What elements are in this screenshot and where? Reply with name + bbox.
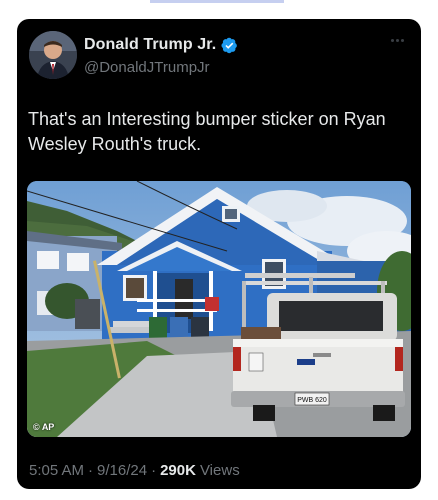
verified-badge-icon: [221, 37, 238, 53]
tweet-date[interactable]: 9/16/24: [97, 462, 147, 479]
top-divider: [150, 0, 284, 3]
meta-separator: ·: [151, 462, 157, 479]
avatar-image: [29, 31, 77, 79]
author-row[interactable]: Donald Trump Jr.: [84, 36, 238, 54]
photo-truck-house-image: PWB 620: [27, 181, 411, 437]
license-plate-text: PWB 620: [297, 397, 327, 404]
more-options-icon[interactable]: [391, 36, 409, 44]
views-count: 290K: [160, 462, 196, 479]
author-name[interactable]: Donald Trump Jr.: [84, 36, 216, 54]
tweet-time[interactable]: 5:05 AM: [29, 462, 84, 479]
tweet-card[interactable]: Donald Trump Jr. @DonaldJTrumpJr That's …: [17, 19, 421, 489]
tweet-media-photo[interactable]: PWB 620 © AP: [27, 181, 411, 437]
photo-credit: © AP: [33, 422, 55, 432]
meta-separator: ·: [88, 462, 94, 479]
tweet-text: That's an Interesting bumper sticker on …: [28, 109, 386, 154]
avatar[interactable]: [29, 31, 77, 79]
tweet-meta: 5:05 AM · 9/16/24 · 290K Views: [29, 462, 240, 479]
views-label: Views: [199, 462, 240, 479]
author-handle[interactable]: @DonaldJTrumpJr: [84, 59, 210, 76]
